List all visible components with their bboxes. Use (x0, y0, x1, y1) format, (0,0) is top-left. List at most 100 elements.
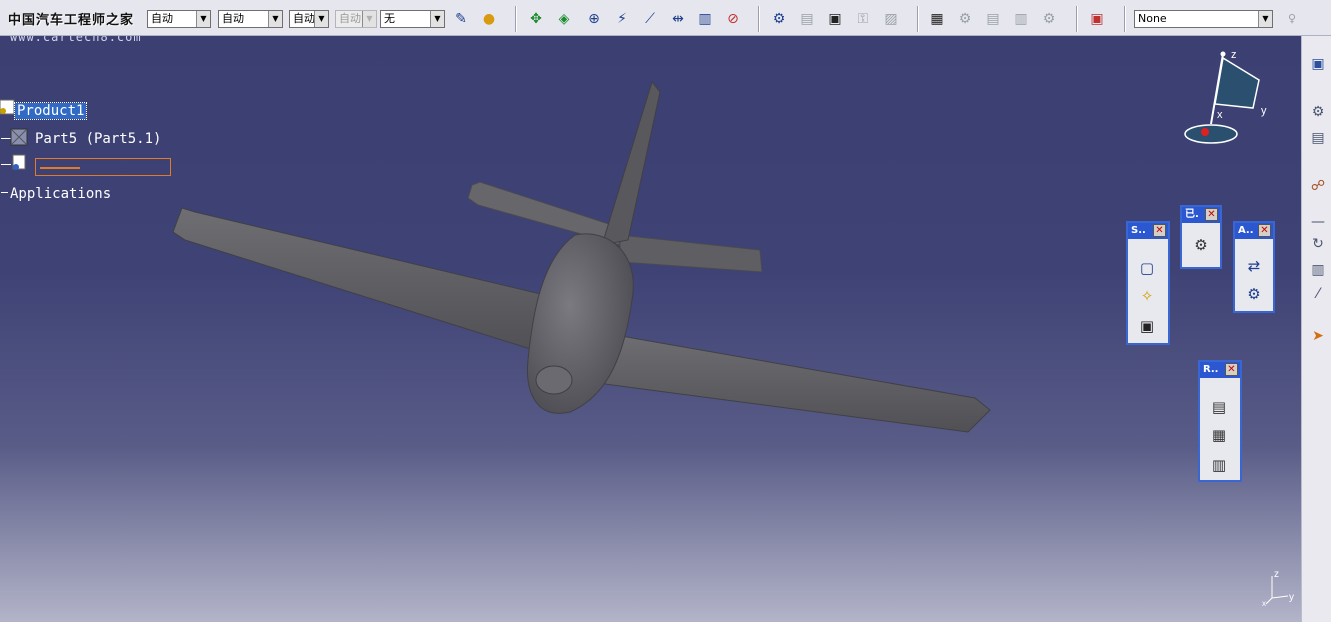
light-icon[interactable]: ✧ (1136, 285, 1158, 307)
grid-icon[interactable]: ▥ (1010, 8, 1032, 30)
cube-icon[interactable]: ▢ (1136, 257, 1158, 279)
compass-z-label: z (1231, 49, 1237, 61)
chevron-down-icon[interactable]: ▼ (314, 11, 328, 27)
panel-animation[interactable]: A.. ✕ ⇄ ⚙ (1233, 221, 1275, 313)
wing-right (589, 331, 991, 433)
panel-scene[interactable]: S.. ✕ ▢ ✧ ▣ (1126, 221, 1170, 345)
right-toolbar: ▣ ⚙ ▤ ☍ — ↻ ▥ ⁄ ➤ (1301, 36, 1331, 622)
panel-title[interactable]: S.. ✕ (1128, 223, 1168, 239)
close-icon[interactable]: ✕ (1205, 208, 1218, 221)
magic-wand-icon[interactable]: ⚡ (611, 8, 633, 30)
no-snap-icon[interactable]: ⊘ (722, 8, 744, 30)
part-icon[interactable] (10, 128, 28, 146)
compass-handle[interactable] (1201, 128, 1209, 136)
panel-title[interactable]: 已. ✕ (1182, 207, 1220, 223)
triad-y-label: y (1289, 592, 1294, 603)
3d-viewport[interactable]: www.cartech8.com Product1 Part5 (Part5.1… (0, 36, 1301, 622)
database-icon[interactable]: ▣ (1086, 8, 1108, 30)
panel-already[interactable]: 已. ✕ ⚙ (1180, 205, 1222, 269)
tree-node-product1[interactable]: Product1 (13, 102, 88, 120)
ruler-icon[interactable]: ▥ (694, 8, 716, 30)
tree-rename-field[interactable] (35, 158, 171, 176)
swap-icon[interactable]: ⇄ (1243, 255, 1265, 277)
properties-icon[interactable]: ▦ (926, 8, 948, 30)
separator (1076, 6, 1078, 32)
painter-icon[interactable]: ✎ (450, 8, 472, 30)
triad-x-axis (1265, 597, 1273, 605)
close-icon[interactable]: ✕ (1153, 224, 1166, 237)
separator (758, 6, 760, 32)
panel-title[interactable]: A.. ✕ (1235, 223, 1273, 239)
airplane-model[interactable] (0, 36, 1301, 622)
dash-icon[interactable]: — (1308, 212, 1328, 232)
combo-line-type: 自动 ▼ (335, 10, 377, 28)
compass-widget[interactable]: z x y (1175, 44, 1285, 154)
stabilizer-right (619, 234, 763, 273)
chevron-down-icon[interactable]: ▼ (1258, 11, 1272, 27)
separator (1124, 6, 1126, 32)
chevron-down-icon[interactable]: ▼ (430, 11, 444, 27)
chevron-down-icon[interactable]: ▼ (268, 11, 282, 27)
tree-node-applications[interactable]: Applications (10, 186, 111, 202)
move-cross-icon[interactable]: ✥ (525, 8, 547, 30)
chevron-down-icon[interactable]: ▼ (196, 11, 210, 27)
combo-color[interactable]: 自动 ▼ (147, 10, 211, 28)
film-icon[interactable]: ▤ (1208, 396, 1230, 418)
cursor-icon[interactable]: ➤ (1308, 326, 1328, 346)
combo-layer[interactable]: 无 ▼ (380, 10, 445, 28)
layer-icon[interactable]: ▤ (982, 8, 1004, 30)
paste-icon[interactable]: ⚙ (954, 8, 976, 30)
pin-icon[interactable]: ♀ (1281, 8, 1303, 30)
application-node-icon[interactable] (10, 154, 28, 172)
window-icon[interactable]: ▣ (1308, 54, 1328, 74)
spacing-icon[interactable]: ⇹ (667, 8, 689, 30)
diagonal-line-icon[interactable]: ⟋ (639, 8, 661, 30)
slash-icon[interactable]: ⁄ (1308, 284, 1328, 304)
tree-connector (1, 192, 8, 193)
rotate-icon[interactable]: ↻ (1308, 234, 1328, 254)
catalog-icon[interactable]: ▤ (796, 8, 818, 30)
panel-render[interactable]: R.. ✕ ▤ ▦ ▥ (1198, 360, 1242, 482)
close-icon[interactable]: ✕ (1225, 363, 1238, 376)
gear-stack-icon[interactable]: ⚙ (1038, 8, 1060, 30)
gear-cluster-icon[interactable]: ⚙ (1243, 283, 1265, 305)
separator (917, 6, 919, 32)
triad-z-label: z (1274, 569, 1279, 580)
panel-title[interactable]: R.. ✕ (1200, 362, 1240, 378)
chevron-down-icon: ▼ (362, 11, 376, 27)
paint-drop-icon[interactable]: ● (478, 8, 500, 30)
watermark-title: 中国汽车工程师之家 (8, 13, 135, 28)
compass-plane[interactable] (1214, 56, 1260, 109)
compass-base[interactable] (1184, 124, 1238, 144)
film-cut-icon[interactable]: ▦ (1208, 424, 1230, 446)
list-icon[interactable]: ▤ (1308, 128, 1328, 148)
people-icon[interactable]: ☍ (1308, 176, 1328, 196)
product-icon[interactable] (0, 98, 16, 116)
top-toolbar: 中国汽车工程师之家 自动 ▼ 自动 ▼ 自动 ▼ 自动 ▼ 无 ▼ ✎ ● ✥ ◈ ⊕ ⚡… (0, 0, 1331, 36)
bolt-icon[interactable]: ⚙ (1308, 102, 1328, 122)
clash-icon[interactable]: ⚙ (768, 8, 790, 30)
snap-icon[interactable]: ⊕ (583, 8, 605, 30)
tree-node-part5[interactable]: Part5 (Part5.1) (35, 131, 161, 147)
wing-left (172, 207, 546, 353)
tree-icon[interactable]: ▣ (824, 8, 846, 30)
compass-tip[interactable] (1220, 51, 1226, 57)
stamp-icon[interactable]: ▨ (880, 8, 902, 30)
separator (515, 6, 517, 32)
propeller-spinner (535, 365, 573, 395)
combo-transparency[interactable]: 自动 ▼ (218, 10, 283, 28)
rename-cursor (40, 167, 80, 169)
layers-icon[interactable]: ▥ (1308, 260, 1328, 280)
move-diamond-icon[interactable]: ◈ (553, 8, 575, 30)
combo-line-thickness[interactable]: 自动 ▼ (289, 10, 329, 28)
triad-y-axis (1271, 595, 1289, 599)
cursor-gear-icon[interactable]: ⚙ (1190, 234, 1212, 256)
compass-y-label: y (1261, 105, 1267, 117)
compass-x-label: x (1217, 109, 1223, 121)
lock-icon[interactable]: ⚿ (852, 8, 874, 30)
axis-triad: z y x (1262, 569, 1294, 608)
film-star-icon[interactable]: ▥ (1208, 454, 1230, 476)
close-icon[interactable]: ✕ (1258, 224, 1271, 237)
camera-icon[interactable]: ▣ (1136, 315, 1158, 337)
combo-view-name[interactable]: None ▼ (1134, 10, 1273, 28)
